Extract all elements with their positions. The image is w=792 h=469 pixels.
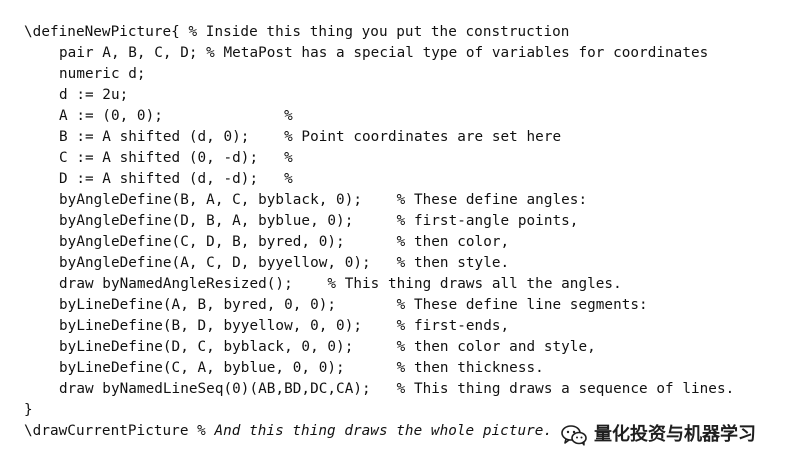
code-line-14: byLineDefine(A, B, byred, 0, 0); % These… [59, 297, 648, 313]
code-line-3: numeric d; [59, 66, 146, 82]
code-line-1: \defineNewPicture{ % Inside this thing y… [24, 24, 570, 40]
code-line-5: A := (0, 0); % [59, 108, 293, 124]
code-line-8: D := A shifted (d, -d); % [59, 171, 293, 187]
code-line-6: B := A shifted (d, 0); % Point coordinat… [59, 129, 562, 145]
code-line-20-command: \drawCurrentPicture [24, 423, 198, 439]
code-line-10: byAngleDefine(D, B, A, byblue, 0); % fir… [59, 213, 579, 229]
code-line-19: } [24, 402, 33, 418]
code-line-9: byAngleDefine(B, A, C, byblack, 0); % Th… [59, 192, 588, 208]
code-line-13: draw byNamedAngleResized(); % This thing… [59, 276, 622, 292]
code-line-16: byLineDefine(D, C, byblack, 0, 0); % the… [59, 339, 596, 355]
code-line-17: byLineDefine(C, A, byblue, 0, 0); % then… [59, 360, 544, 376]
code-listing: \defineNewPicture{ % Inside this thing y… [24, 22, 784, 442]
code-line-2: pair A, B, C, D; % MetaPost has a specia… [59, 45, 709, 61]
watermark: 量化投资与机器学习 [560, 424, 756, 446]
code-line-12: byAngleDefine(A, C, D, byyellow, 0); % t… [59, 255, 510, 271]
wechat-icon [561, 425, 587, 446]
code-line-18: draw byNamedLineSeq(0)(AB,BD,DC,CA); % T… [59, 381, 735, 397]
code-line-7: C := A shifted (0, -d); % [59, 150, 293, 166]
watermark-text: 量化投资与机器学习 [594, 424, 756, 445]
code-line-20-comment: % And this thing draws the whole picture… [197, 423, 553, 439]
code-line-11: byAngleDefine(C, D, B, byred, 0); % then… [59, 234, 510, 250]
code-line-4: d := 2u; [59, 87, 129, 103]
code-line-15: byLineDefine(B, D, byyellow, 0, 0); % fi… [59, 318, 510, 334]
